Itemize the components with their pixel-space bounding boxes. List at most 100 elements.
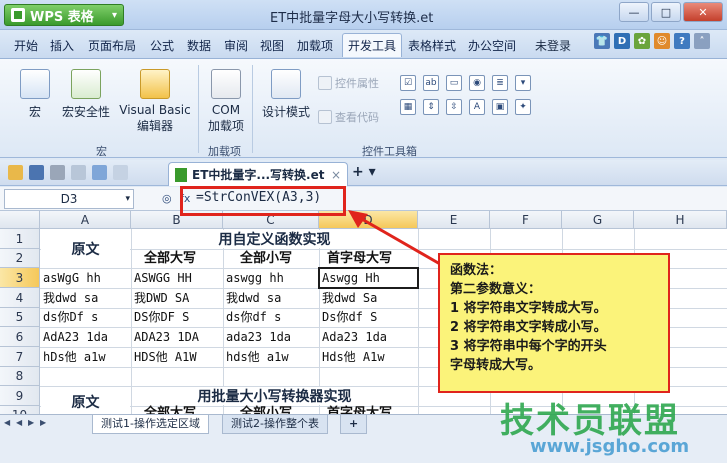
- tab-office-space[interactable]: 办公空间: [468, 37, 516, 54]
- preview-icon[interactable]: [71, 165, 86, 180]
- listbox-control-icon[interactable]: ≣: [492, 75, 508, 91]
- textbox-control-icon[interactable]: ab: [423, 75, 439, 91]
- cell-b4[interactable]: 我DWD SA: [134, 289, 189, 308]
- merged-header-original[interactable]: 原文: [41, 230, 130, 267]
- col-header-f[interactable]: F: [490, 211, 562, 229]
- view-code-button[interactable]: 查看代码: [318, 109, 379, 125]
- add-sheet-button[interactable]: +: [340, 415, 368, 434]
- undo-icon[interactable]: [92, 165, 107, 180]
- cell-c6[interactable]: ada23 1da: [226, 328, 291, 347]
- tools-icon[interactable]: ✦: [515, 99, 531, 115]
- close-button[interactable]: ✕: [683, 2, 723, 22]
- design-mode-button[interactable]: 设计模式: [260, 69, 312, 120]
- row-header-7[interactable]: 7: [0, 347, 40, 367]
- tab-addins[interactable]: 加载项: [297, 37, 333, 54]
- cell-a5[interactable]: ds你Df s: [43, 308, 98, 327]
- plant-icon[interactable]: ✿: [634, 33, 650, 49]
- subheader-lower-2[interactable]: 全部小写: [240, 404, 292, 414]
- cell-a6[interactable]: AdA23 1da: [43, 328, 108, 347]
- tab-page-layout[interactable]: 页面布局: [88, 37, 136, 54]
- print-icon[interactable]: [50, 165, 65, 180]
- help-icon[interactable]: ?: [674, 33, 690, 49]
- new-tab-button[interactable]: + ▾: [352, 164, 376, 180]
- checkbox-control-icon[interactable]: ☑: [400, 75, 416, 91]
- combobox-control-icon[interactable]: ▾: [515, 75, 531, 91]
- tab-data[interactable]: 数据: [187, 37, 211, 54]
- row-header-4[interactable]: 4: [0, 288, 40, 308]
- tab-developer[interactable]: 开发工具: [342, 33, 403, 57]
- open-icon[interactable]: [8, 165, 23, 180]
- cell-a7[interactable]: hDs他 a1w: [43, 348, 106, 367]
- cell-b7[interactable]: HDS他 A1W: [134, 348, 197, 367]
- login-link[interactable]: 未登录: [535, 37, 571, 54]
- tab-review[interactable]: 审阅: [224, 37, 248, 54]
- close-tab-icon[interactable]: ×: [331, 168, 341, 182]
- row-header-9[interactable]: 9: [0, 386, 40, 406]
- row-header-2[interactable]: 2: [0, 249, 40, 268]
- row-header-1[interactable]: 1: [0, 229, 40, 249]
- select-all-corner[interactable]: [0, 211, 40, 229]
- cell-d4[interactable]: 我dwd Sa: [322, 289, 377, 308]
- redo-icon[interactable]: [113, 165, 128, 180]
- chevron-up-icon[interactable]: ˄: [694, 33, 710, 49]
- macro-security-button[interactable]: 宏安全性: [58, 69, 114, 120]
- subheader-proper-2[interactable]: 首字母大写: [327, 404, 392, 414]
- macro-button[interactable]: 宏: [18, 69, 52, 120]
- row-header-3[interactable]: 3: [0, 268, 40, 288]
- vb-editor-button[interactable]: Visual Basic 编辑器: [118, 69, 192, 134]
- zoom-icon[interactable]: ◎: [162, 192, 172, 205]
- d-icon[interactable]: D: [614, 33, 630, 49]
- user-icon[interactable]: ☺: [654, 33, 670, 49]
- scrollbar-control-icon[interactable]: ⇳: [446, 99, 462, 115]
- col-header-a[interactable]: A: [40, 211, 131, 229]
- next-sheet-icon[interactable]: ▶: [28, 418, 38, 430]
- col-header-g[interactable]: G: [562, 211, 634, 229]
- cell-d6[interactable]: Ada23 1da: [322, 328, 387, 347]
- cell-c3[interactable]: aswgg hh: [226, 269, 284, 288]
- subheader-proper[interactable]: 首字母大写: [327, 249, 392, 268]
- merged-header-original-2[interactable]: 原文: [41, 387, 130, 414]
- skin-icon[interactable]: 👕: [594, 33, 610, 49]
- tab-insert[interactable]: 插入: [50, 37, 74, 54]
- cell-c4[interactable]: 我dwd sa: [226, 289, 281, 308]
- cell-c5[interactable]: ds你df s: [226, 308, 281, 327]
- document-tab[interactable]: ET中批量字...写转换.et ×: [168, 162, 348, 186]
- button-control-icon[interactable]: ▭: [446, 75, 462, 91]
- maximize-button[interactable]: □: [651, 2, 681, 22]
- sheet-tab-test1[interactable]: 测试1-操作选定区域: [92, 415, 209, 434]
- wps-app-button[interactable]: WPS 表格 ▾: [4, 4, 124, 26]
- spin-control-icon[interactable]: ⇕: [423, 99, 439, 115]
- row-header-6[interactable]: 6: [0, 327, 40, 347]
- tab-view[interactable]: 视图: [260, 37, 284, 54]
- section-title-batch-converter[interactable]: 用批量大小写转换器实现: [132, 387, 417, 405]
- tab-home[interactable]: 开始: [14, 37, 38, 54]
- tab-table-style[interactable]: 表格样式: [408, 37, 456, 54]
- subheader-upper-2[interactable]: 全部大写: [144, 404, 196, 414]
- com-addins-button[interactable]: COM 加载项: [206, 69, 246, 134]
- col-header-h[interactable]: H: [634, 211, 727, 229]
- first-sheet-icon[interactable]: ◀: [4, 418, 14, 430]
- control-properties-button[interactable]: 控件属性: [318, 75, 379, 91]
- row-header-10[interactable]: 10: [0, 406, 40, 414]
- section-title-custom-function[interactable]: 用自定义函数实现: [132, 230, 417, 248]
- cell-c7[interactable]: hds他 a1w: [226, 348, 289, 367]
- subheader-lower[interactable]: 全部小写: [240, 249, 292, 268]
- prev-sheet-icon[interactable]: ◀: [16, 418, 26, 430]
- last-sheet-icon[interactable]: ▶: [40, 418, 50, 430]
- cell-a4[interactable]: 我dwd sa: [43, 289, 98, 308]
- toggle-control-icon[interactable]: ▦: [400, 99, 416, 115]
- cell-d7[interactable]: Hds他 A1w: [322, 348, 385, 367]
- cell-b5[interactable]: DS你DF S: [134, 308, 189, 327]
- name-box[interactable]: D3 ▾: [4, 189, 134, 209]
- row-header-8[interactable]: 8: [0, 367, 40, 386]
- row-header-5[interactable]: 5: [0, 308, 40, 327]
- subheader-upper[interactable]: 全部大写: [144, 249, 196, 268]
- label-control-icon[interactable]: A: [469, 99, 485, 115]
- save-icon[interactable]: [29, 165, 44, 180]
- cell-b6[interactable]: ADA23 1DA: [134, 328, 199, 347]
- minimize-button[interactable]: —: [619, 2, 649, 22]
- image-control-icon[interactable]: ▣: [492, 99, 508, 115]
- sheet-tab-test2[interactable]: 测试2-操作整个表: [222, 415, 328, 434]
- cell-b3[interactable]: ASWGG HH: [134, 269, 192, 288]
- col-header-e[interactable]: E: [418, 211, 490, 229]
